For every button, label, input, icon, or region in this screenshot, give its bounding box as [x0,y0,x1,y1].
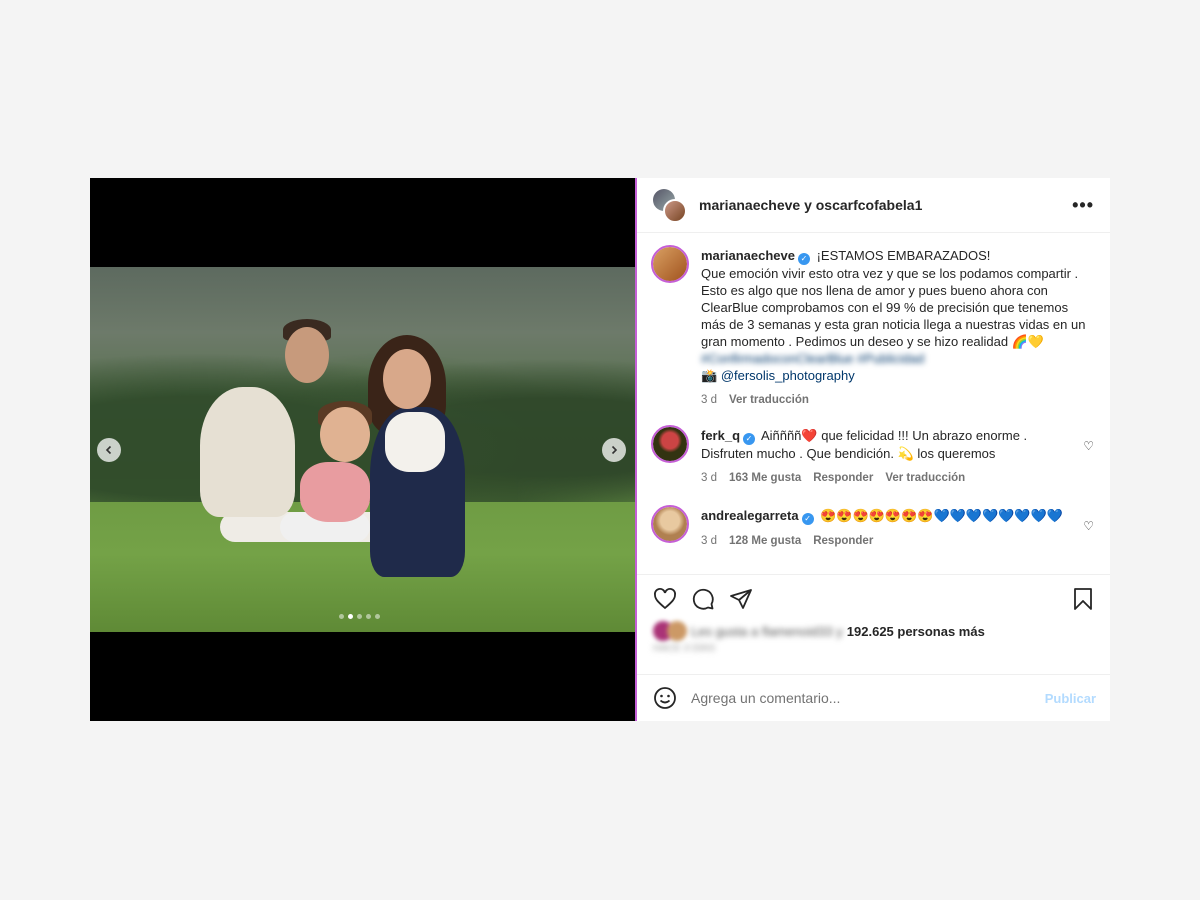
carousel-dot [366,614,371,619]
post-actions: Les gusta a flamenoid33 y 192.625 person… [637,574,1110,674]
caption: marianaecheve ✓ ¡ESTAMOS EMBARAZADOS! Que… [651,245,1094,409]
comment: ferk_q ✓ Aiññññ❤️ que felicidad !!! Un ab… [651,425,1094,487]
collab-avatars[interactable] [653,189,687,223]
like-comment-icon[interactable]: ♡ [1083,519,1094,533]
post-header: marianaecheve y oscarfcofabela1 ••• [637,178,1110,233]
chevron-right-icon [611,445,618,455]
carousel-dot [339,614,344,619]
avatar[interactable] [651,245,689,283]
comment-icon[interactable] [691,587,715,611]
carousel-indicator [339,614,380,619]
reply-button[interactable]: Responder [813,470,873,487]
verified-icon: ✓ [743,433,756,445]
instagram-post: marianaecheve y oscarfcofabela1 ••• mari… [90,178,1110,721]
caption-username[interactable]: marianaecheve [701,248,795,263]
comment-username[interactable]: ferk_q [701,428,740,443]
chevron-left-icon [105,445,112,455]
share-icon[interactable] [729,587,753,611]
bookmark-icon[interactable] [1072,587,1094,611]
post-media [90,178,635,721]
likes-blurred-text: Les gusta a flamenoid33 y [691,623,843,639]
photographer-link[interactable]: @fersolis_photography [721,368,855,383]
publish-button[interactable]: Publicar [1045,691,1096,706]
avatar [667,621,687,641]
caption-hashtags[interactable]: #ConfirmadoconClearBlue #Publicidad [701,351,924,366]
carousel-dot [357,614,362,619]
family-photo [90,267,635,632]
post-sidebar: marianaecheve y oscarfcofabela1 ••• mari… [635,178,1110,721]
translate-link[interactable]: Ver traducción [885,470,965,487]
comments-area[interactable]: marianaecheve ✓ ¡ESTAMOS EMBARAZADOS! Que… [637,233,1110,574]
comment-likes[interactable]: 163 Me gusta [729,470,801,487]
heart-icon[interactable] [653,587,677,611]
like-comment-icon[interactable]: ♡ [1083,439,1094,453]
likes-summary[interactable]: Les gusta a flamenoid33 y 192.625 person… [653,621,1094,641]
comment-text: 😍😍😍😍😍😍😍💙💙💙💙💙💙💙💙 [820,508,1063,523]
verified-icon: ✓ [801,513,814,525]
next-image-button[interactable] [602,438,626,462]
previous-image-button[interactable] [97,438,121,462]
comment: andrealegarreta ✓ 😍😍😍😍😍😍😍💙💙💙💙💙💙💙💙 3 d 128… [651,505,1094,550]
camera-icon: 📸 [701,368,721,383]
comment-likes[interactable]: 128 Me gusta [729,533,801,550]
avatar [663,199,687,223]
comment-time: 3 d [701,535,717,547]
carousel-dot [375,614,380,619]
verified-icon: ✓ [797,253,810,265]
comment-time: 3 d [701,472,717,484]
caption-title: ¡ESTAMOS EMBARAZADOS! [816,248,991,263]
translate-link[interactable]: Ver traducción [729,392,809,409]
reply-button[interactable]: Responder [813,533,873,550]
comment-input[interactable]: Agrega un comentario... [691,690,1045,706]
caption-text: Que emoción vivir esto otra vez y que se… [701,266,1086,349]
more-options-icon[interactable]: ••• [1072,195,1094,216]
comment-username[interactable]: andrealegarreta [701,508,799,523]
likes-count[interactable]: 192.625 personas más [847,624,985,639]
avatar[interactable] [651,425,689,463]
caption-time: 3 d [701,394,717,406]
post-authors[interactable]: marianaecheve y oscarfcofabela1 [699,197,1072,213]
emoji-icon[interactable] [653,686,677,710]
avatar[interactable] [651,505,689,543]
carousel-dot-active [348,614,353,619]
add-comment-bar: Agrega un comentario... Publicar [637,674,1110,721]
post-date: HACE 3 DÍAS [653,643,716,654]
